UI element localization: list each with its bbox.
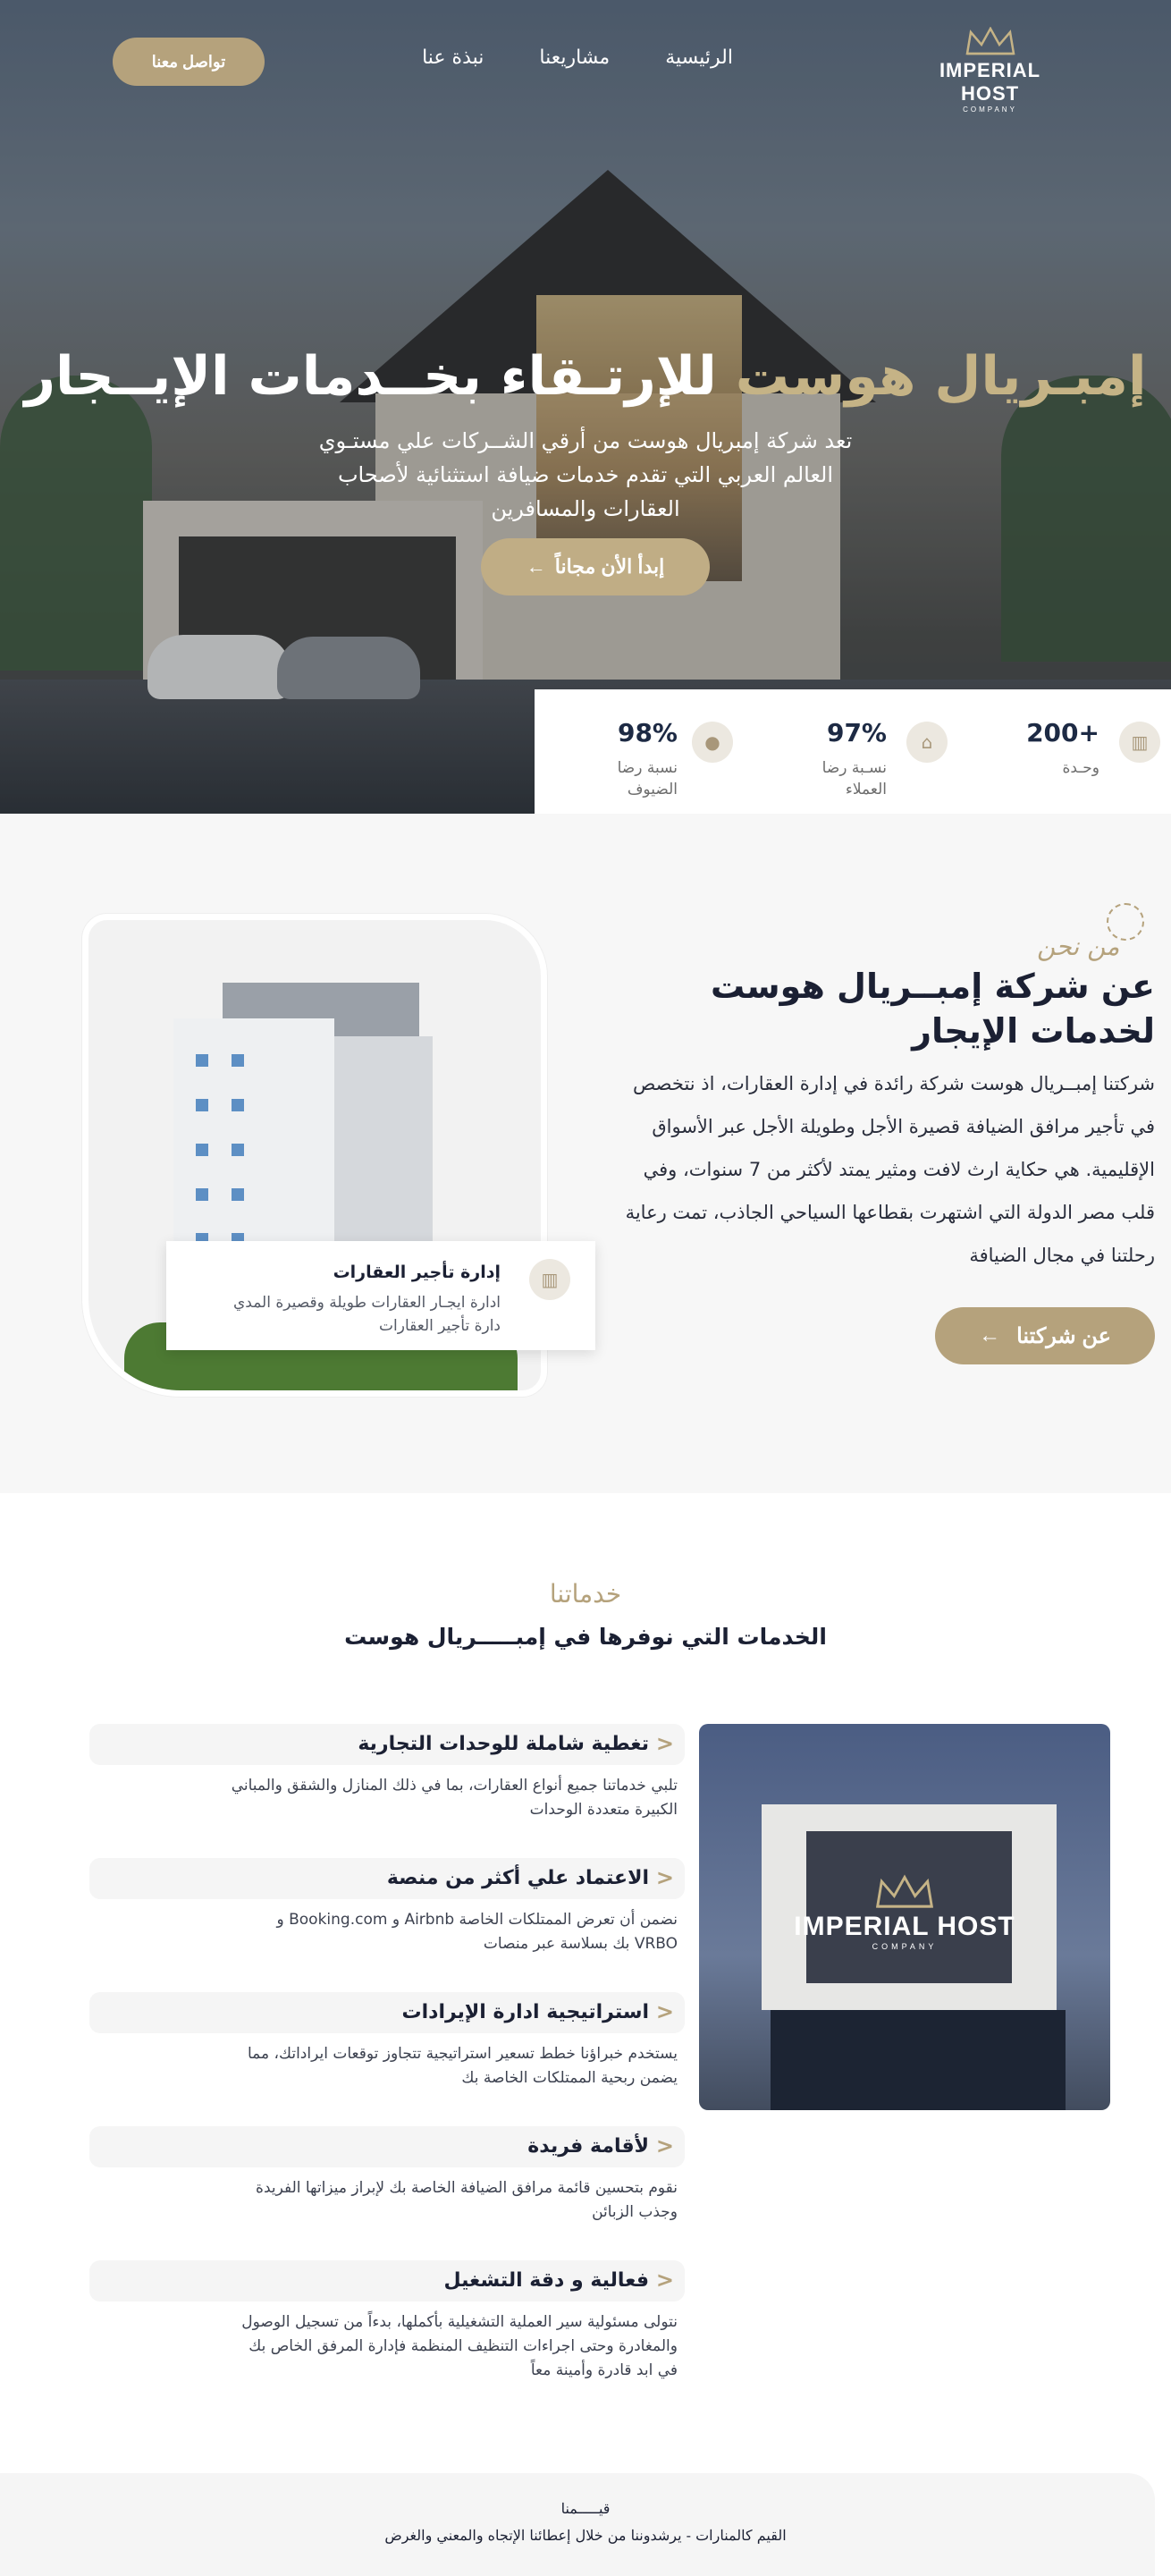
start-free-button[interactable]: إبدأ الأن مجاناً ← [481,538,710,595]
service-desc: تلبي خدماتنا جميع أنواع العقارات، بما في… [231,1777,678,1819]
stat-label: وحـدة [1062,759,1099,777]
villa-terrace [771,2010,1066,2110]
stat-label: نسـبة رضا العملاء [821,759,887,798]
building-window [232,1099,244,1111]
nav-link-about[interactable]: نبذة عنا [422,46,484,69]
image-logo-brand: IMPERIAL HOST [794,1912,1015,1941]
logo-brand: IMPERIAL HOST [939,59,1041,105]
values-section: قيـــــمنا القيم كالمنارات - يرشدوننا من… [0,2473,1171,2576]
main-nav: الرئيسية مشاريعنا نبذة عنا [422,46,733,69]
building-window [232,1054,244,1067]
building-icon: ▥ [1119,722,1160,763]
service-title: لأقامة فريدة [527,2135,649,2158]
service-desc: يستخدم خبراؤنا خطط تسعير استراتيجية تتجا… [248,2045,678,2087]
chevron-left-icon: < [655,2268,674,2293]
stat-value: 97% [826,718,887,747]
chevron-left-icon: < [655,1731,674,1756]
stat-clients: ⌂ 97% نسـبة رضا العملاء [760,714,965,798]
hero-title: إمبـريال هوست للإرتـقاء بخــدمات الإيــج… [0,345,1171,408]
service-desc: نضمن أن تعرض الممتلكات الخاصة Airbnb و B… [276,1911,678,1953]
about-title: عن شركة إمبــريال هوست لخدمات الإيجار [711,967,1155,1051]
services-image: IMPERIAL HOST COMPANY [699,1724,1110,2110]
building-window [196,1144,208,1156]
crown-icon [875,1874,934,1908]
stats-bar: ▥ +200 وحـدة ⌂ 97% نسـبة رضا العملاء ● 9… [535,689,1171,814]
contact-button[interactable]: تواصل معنا [113,38,265,86]
stat-label: نسبة رضا الضيوف [617,759,678,798]
about-text: شركتنا إمبــريال هوست شركة رائدة في إدار… [625,1073,1155,1266]
building-window [232,1188,244,1201]
logo-sub: COMPANY [963,106,1017,114]
about-company-button[interactable]: عن شركتنا ← [935,1307,1155,1364]
building-window [196,1054,208,1067]
service-title: استراتيجية ادارة الإيرادات [401,2001,650,2023]
hero-section: IMPERIAL HOST COMPANY الرئيسية مشاريعنا … [0,0,1171,814]
service-desc: نقوم بتحسين قائمة مرافق الضيافة الخاصة ب… [256,2179,678,2221]
about-section: من نحن عن شركة إمبــريال هوست لخدمات الإ… [0,814,1171,1493]
site-logo[interactable]: IMPERIAL HOST COMPANY [912,27,1068,114]
service-header[interactable]: < فعالية و دقة التشغيل [89,2260,685,2302]
stat-value: 98% [617,718,678,747]
home-icon: ⌂ [906,722,948,763]
hero-subtitle: تعد شركة إمبريال هوست من أرقي الشــركات … [318,428,853,521]
stat-guests: ● 98% نسبة رضا الضيوف [535,714,760,798]
about-kicker: من نحن [1037,932,1120,961]
service-header[interactable]: < الاعتماد علي أكثر من منصة [89,1858,685,1899]
building-icon: ▥ [529,1259,570,1300]
card-title: إدارة تأجير العقارات [333,1263,501,1282]
start-free-label: إبدأ الأن مجاناً [554,555,665,578]
arrow-left-icon: ← [526,555,546,578]
services-title: الخدمات التي نوفرها في إمبـــــريال هوست [344,1624,827,1650]
stat-value: +200 [1026,718,1099,747]
values-panel [0,2473,1155,2576]
building-window [196,1188,208,1201]
building-window [196,1099,208,1111]
hero-title-rest: للإرتـقاء بخــدمات الإيــجار [24,345,717,408]
about-company-label: عن شركتنا [1016,1323,1111,1348]
services-section: خدماتنا الخدمات التي نوفرها في إمبـــــر… [0,1493,1171,2473]
chevron-left-icon: < [655,1999,674,2024]
arrow-left-icon: ← [979,1323,1001,1347]
chevron-left-icon: < [655,2133,674,2158]
building-window [232,1144,244,1156]
service-header[interactable]: < تغطية شاملة للوحدات التجارية [89,1724,685,1765]
service-header[interactable]: < استراتيجية ادارة الإيرادات [89,1992,685,2033]
crown-icon [965,27,1015,55]
services-kicker: خدماتنا [549,1579,622,1609]
card-desc: ادارة ايجـار العقارات طويلة وقصيرة المدي… [232,1294,501,1335]
chevron-left-icon: < [655,1865,674,1890]
values-text: القيم كالمنارات - يرشدوننا من خلال إعطائ… [384,2527,787,2544]
service-title: الاعتماد علي أكثر من منصة [386,1867,649,1889]
service-title: فعالية و دقة التشغيل [443,2269,649,2292]
service-desc: نتولى مسئولية سير العملية التشغيلية بأكم… [241,2313,678,2379]
nav-link-projects[interactable]: مشاريعنا [539,46,610,69]
service-header[interactable]: < لأقامة فريدة [89,2126,685,2167]
hero-title-brand: إمبـريال هوست [735,345,1147,408]
service-title: تغطية شاملة للوحدات التجارية [358,1733,649,1755]
user-icon: ● [692,722,733,763]
service-card-rental: ▥ إدارة تأجير العقارات ادارة ايجـار العق… [166,1241,595,1350]
services-image-logo: IMPERIAL HOST COMPANY [699,1874,1110,1951]
image-logo-sub: COMPANY [872,1942,938,1951]
stat-units: ▥ +200 وحـدة [965,714,1171,795]
values-title: قيـــــمنا [560,2500,611,2517]
nav-link-home[interactable]: الرئيسية [665,46,733,69]
